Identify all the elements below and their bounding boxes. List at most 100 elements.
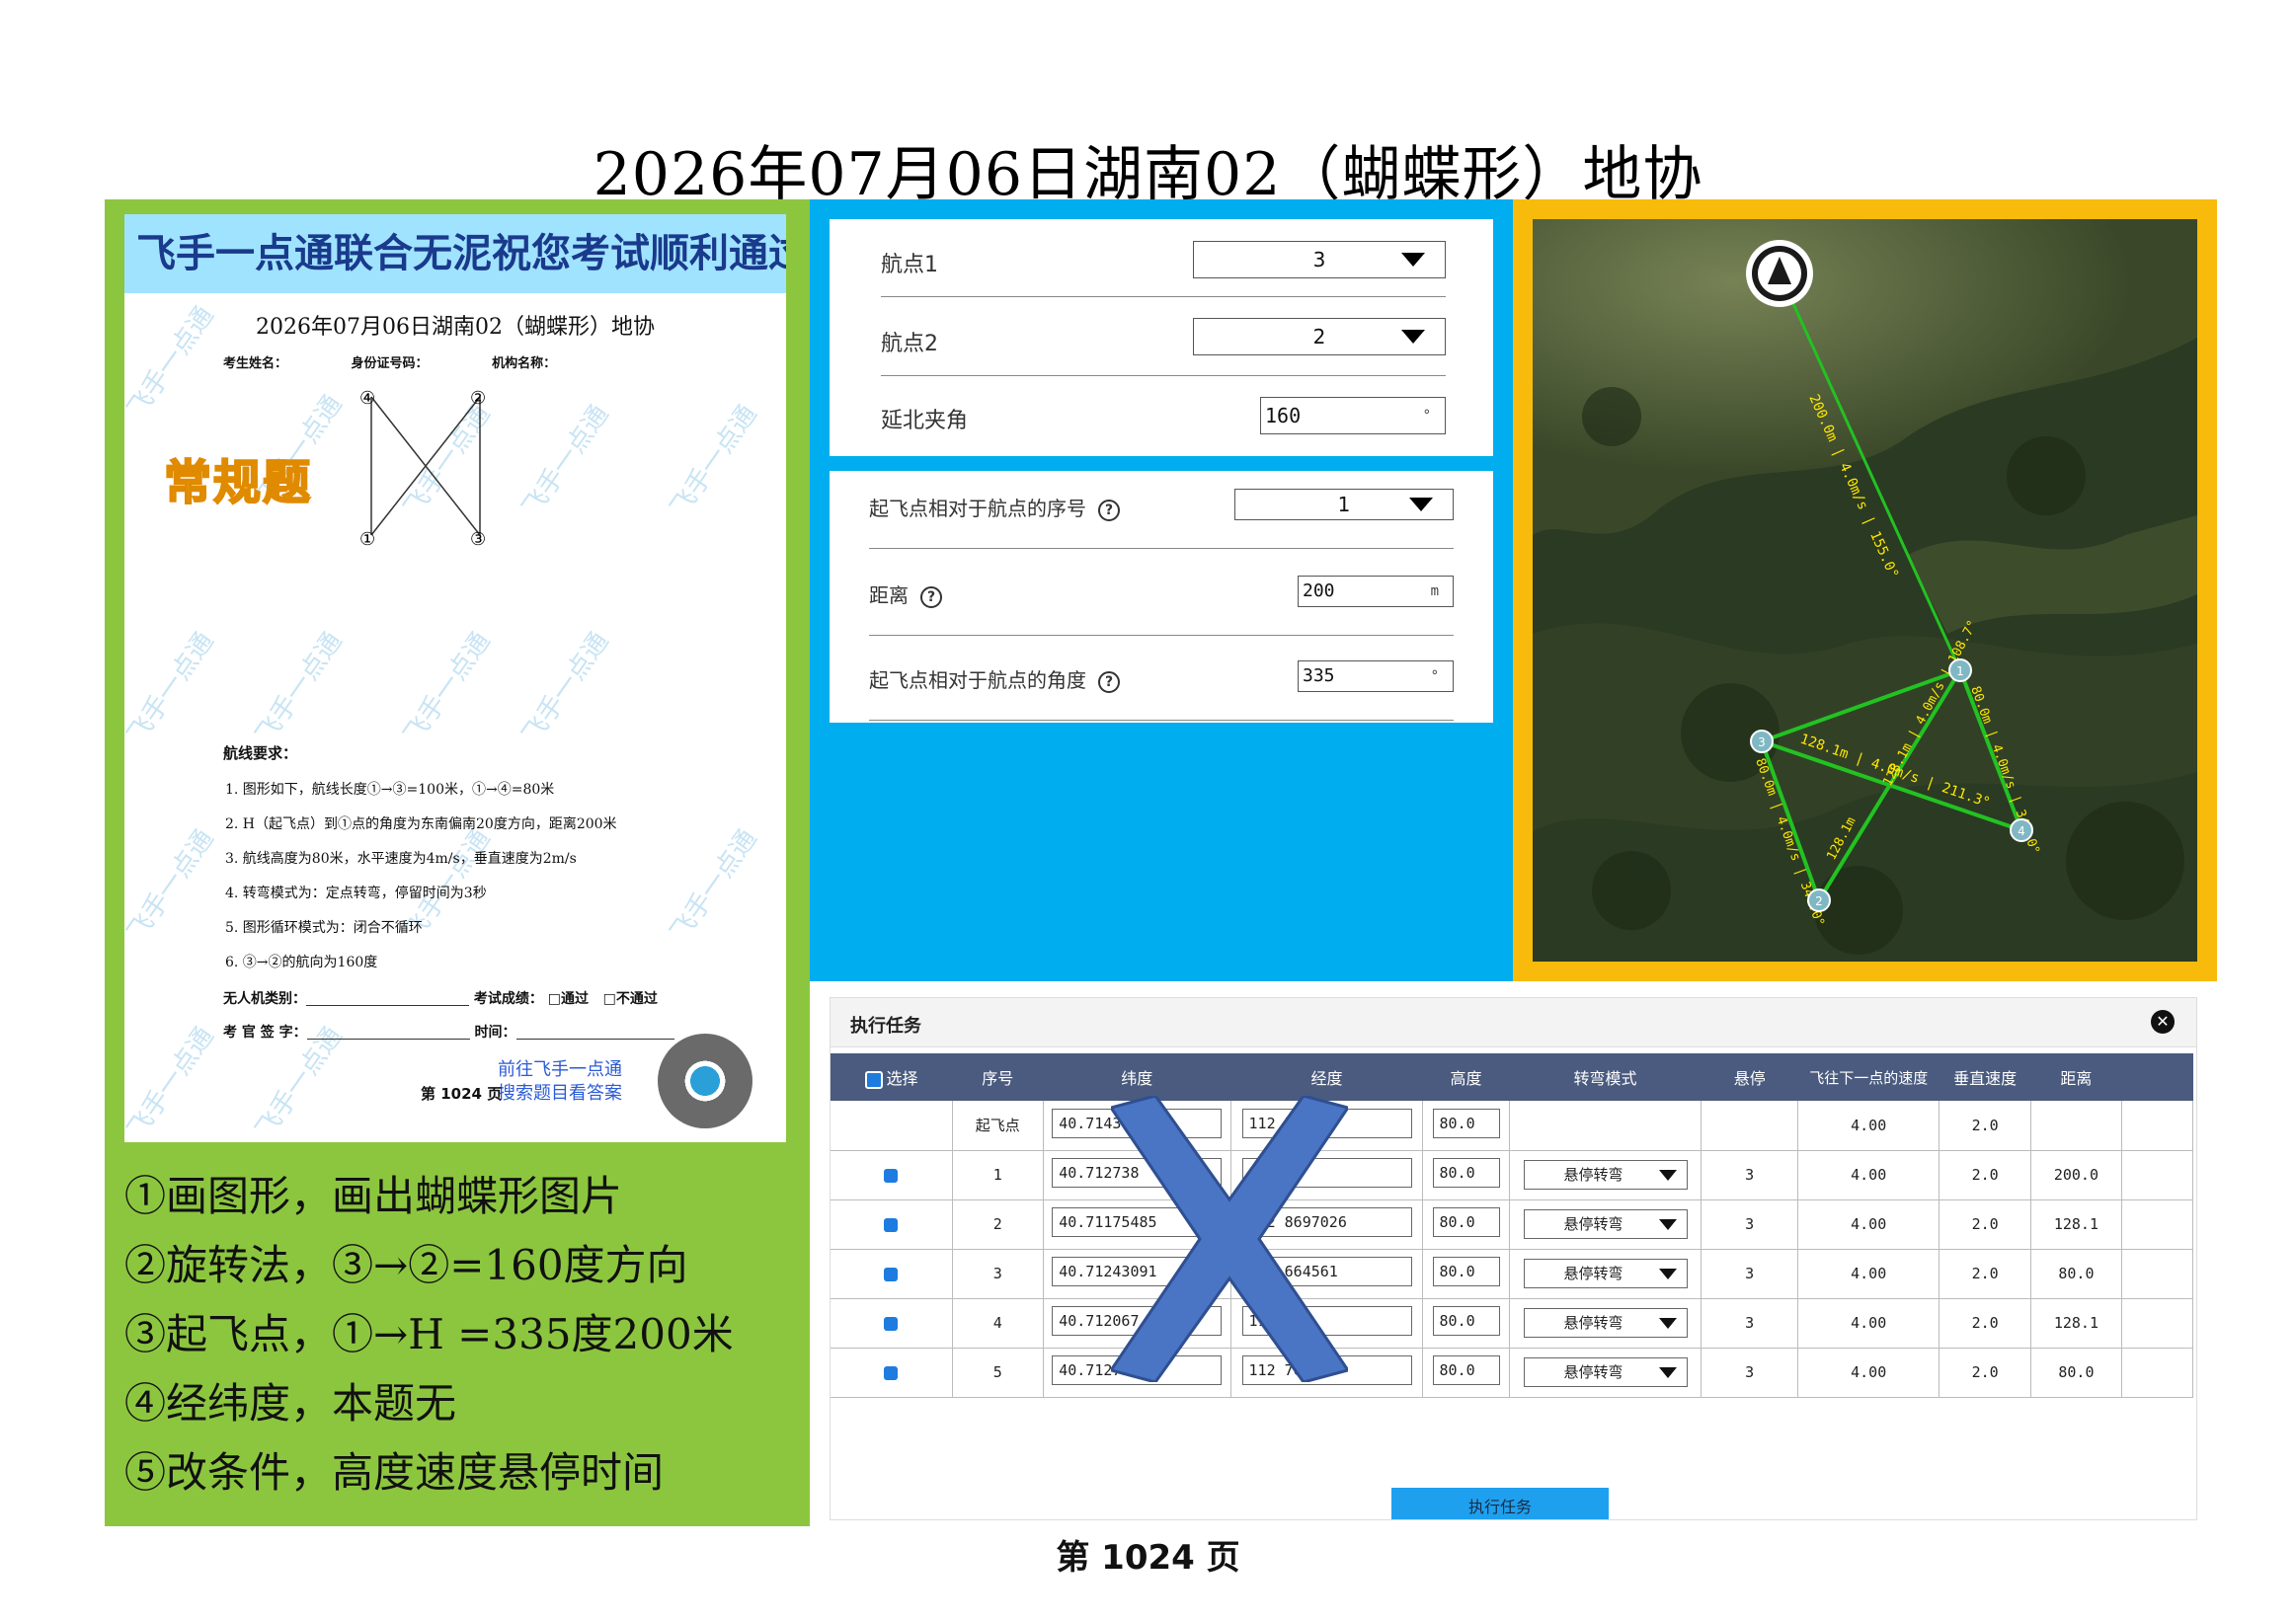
requirement-item: 3. 航线高度为80米，水平速度为4m/s，垂直速度为2m/s — [225, 851, 577, 867]
home-marker-icon[interactable] — [1746, 240, 1813, 307]
angle-input[interactable]: 160 ° — [1260, 397, 1446, 434]
col-speed: 飞往下一点的速度 — [1797, 1053, 1940, 1101]
table-header-row: 选择 序号 纬度 经度 高度 转弯模式 悬停 飞往下一点的速度 垂直速度 距离 — [831, 1053, 2193, 1101]
solution-notes: ①画图形，画出蝴蝶形图片 ②旋转法，③→②=160度方向 ③起飞点，①→H =3… — [124, 1162, 734, 1507]
requirement-item: 4. 转弯模式为：定点转弯，停留时间为3秒 — [225, 886, 487, 901]
cell-vspeed: 2.0 — [1939, 1101, 2031, 1151]
alt-input[interactable]: 80.0 — [1432, 1355, 1500, 1385]
result-label: 考试成绩： — [473, 991, 543, 1007]
cell-vspeed: 2.0 — [1939, 1199, 2031, 1250]
map-panel: 200.0m | 4.0m/s | 155.0° 128.1m | 4.0m/s… — [1513, 199, 2217, 981]
watermark: 飞手一点通 — [124, 1022, 220, 1142]
close-icon[interactable]: ✕ — [2151, 1010, 2175, 1034]
alt-input[interactable]: 80.0 — [1432, 1108, 1500, 1138]
cell-hover: 3 — [1701, 1249, 1798, 1299]
goto-line-2: 搜索题目看答案 — [498, 1083, 622, 1104]
chevron-down-icon — [1658, 1269, 1677, 1279]
time-label: 时间： — [474, 1025, 516, 1041]
exam-paper: 飞手一点通联合无泥祝您考试顺利通过 飞手一点通 飞手一点通 飞手一点通 飞手一点… — [124, 214, 786, 1142]
help-icon[interactable]: ? — [920, 585, 942, 608]
help-icon[interactable]: ? — [1098, 670, 1120, 693]
watermark: 飞手一点通 — [665, 400, 763, 522]
turn-mode-select[interactable]: 悬停转弯 — [1523, 1259, 1688, 1288]
ang-value: 335 — [1303, 665, 1335, 686]
ang-unit: ° — [1430, 668, 1439, 684]
col-turn-mode: 转弯模式 — [1509, 1053, 1702, 1101]
table-row: 2 40.71175485 112 8697026 80.0 悬停转弯 3 4.… — [831, 1199, 2193, 1250]
wp2-select[interactable]: 2 — [1193, 318, 1446, 355]
cell-dist: 80.0 — [2030, 1249, 2123, 1299]
goto-line-1: 前往飞手一点通 — [498, 1059, 622, 1080]
turn-mode-select[interactable]: 悬停转弯 — [1523, 1209, 1688, 1239]
seq-value: 1 — [1337, 493, 1351, 516]
chevron-down-icon — [1658, 1219, 1677, 1230]
alt-input[interactable]: 80.0 — [1432, 1207, 1500, 1237]
row-checkbox[interactable] — [884, 1365, 899, 1380]
alt-input[interactable]: 80.0 — [1432, 1306, 1500, 1336]
angle-unit: ° — [1422, 408, 1431, 424]
diagram-label-3: ③ — [470, 529, 486, 550]
row-checkbox[interactable] — [884, 1168, 899, 1183]
alt-input[interactable]: 80.0 — [1432, 1257, 1500, 1286]
dist-unit: m — [1430, 583, 1439, 599]
cell-speed: 4.00 — [1797, 1298, 1940, 1349]
cell-seq: 2 — [952, 1199, 1044, 1250]
cell-seq: 1 — [952, 1150, 1044, 1200]
col-select[interactable]: 选择 — [831, 1053, 953, 1101]
dialog-header: 执行任务 ✕ — [831, 998, 2196, 1047]
cell-speed: 4.00 — [1797, 1150, 1940, 1200]
note-item: ⑤改条件，高度速度悬停时间 — [124, 1448, 665, 1497]
cross-out-icon — [1111, 1096, 1348, 1382]
chevron-down-icon — [1658, 1318, 1677, 1329]
cell-dist: 128.1 — [2030, 1298, 2123, 1349]
note-item: ①画图形，画出蝴蝶形图片 — [124, 1172, 623, 1220]
chevron-down-icon — [1658, 1367, 1677, 1378]
chevron-down-icon — [1401, 330, 1425, 344]
requirement-item: 1. 图形如下，航线长度①→③=100米，①→④=80米 — [225, 782, 555, 798]
rotation-form: 航点1 3 航点2 2 延北夹角 160 ° — [830, 219, 1493, 456]
watermark: 飞手一点通 — [665, 824, 763, 947]
turn-mode-select[interactable]: 悬停转弯 — [1523, 1308, 1688, 1338]
waypoint-1[interactable]: 1 — [1948, 658, 1972, 682]
row-checkbox[interactable] — [884, 1217, 899, 1232]
watermark: 飞手一点通 — [250, 627, 349, 749]
table-row: 5 40.71273850 112 76052 80.0 悬停转弯 3 4.00… — [831, 1348, 2193, 1398]
waypoint-table: 选择 序号 纬度 经度 高度 转弯模式 悬停 飞往下一点的速度 垂直速度 距离 … — [831, 1053, 2193, 1398]
turn-mode-select[interactable]: 悬停转弯 — [1523, 1357, 1688, 1387]
table-row: 3 40.71243091 112 664561 80.0 悬停转弯 3 4.0… — [831, 1249, 2193, 1299]
cell-speed: 4.00 — [1797, 1348, 1940, 1398]
waypoint-2[interactable]: 2 — [1807, 889, 1831, 912]
svg-text:1: 1 — [1956, 664, 1964, 678]
table-row: 起飞点 40.71436 112 5766 80.0 4.00 2.0 — [831, 1101, 2193, 1151]
dist-input[interactable]: 200 m — [1298, 576, 1454, 607]
satellite-map[interactable]: 200.0m | 4.0m/s | 155.0° 128.1m | 4.0m/s… — [1533, 219, 2197, 962]
waypoint-3[interactable]: 3 — [1750, 730, 1774, 753]
cell-seq: 起飞点 — [952, 1101, 1044, 1151]
svg-text:2: 2 — [1815, 894, 1823, 908]
cell-mode — [1509, 1101, 1702, 1151]
cell-hover: 3 — [1701, 1348, 1798, 1398]
seq-select[interactable]: 1 — [1234, 489, 1454, 520]
alt-input[interactable]: 80.0 — [1432, 1158, 1500, 1188]
diagram-label-4: ④ — [359, 388, 375, 409]
row-checkbox[interactable] — [884, 1267, 899, 1281]
wp1-select[interactable]: 3 — [1193, 241, 1446, 278]
cell-hover: 3 — [1701, 1298, 1798, 1349]
wp2-value: 2 — [1312, 325, 1326, 348]
cell-seq: 5 — [952, 1348, 1044, 1398]
col-lat: 纬度 — [1043, 1053, 1231, 1101]
cell-hover — [1701, 1101, 1798, 1151]
select-all-checkbox[interactable] — [864, 1070, 883, 1089]
svg-text:4: 4 — [2018, 824, 2025, 838]
execute-task-button[interactable]: 执行任务 — [1391, 1488, 1609, 1519]
note-item: ④经纬度，本题无 — [124, 1379, 457, 1428]
row-checkbox[interactable] — [884, 1316, 899, 1331]
dist-label: 距离? — [869, 580, 942, 608]
help-icon[interactable]: ? — [1098, 499, 1120, 521]
requirements-heading: 航线要求： — [223, 744, 298, 762]
diagram-label-1: ① — [359, 529, 375, 550]
waypoint-4[interactable]: 4 — [2010, 818, 2033, 842]
turn-mode-select[interactable]: 悬停转弯 — [1523, 1160, 1688, 1190]
ang-input[interactable]: 335 ° — [1298, 660, 1454, 692]
dist-value: 200 — [1303, 580, 1335, 601]
